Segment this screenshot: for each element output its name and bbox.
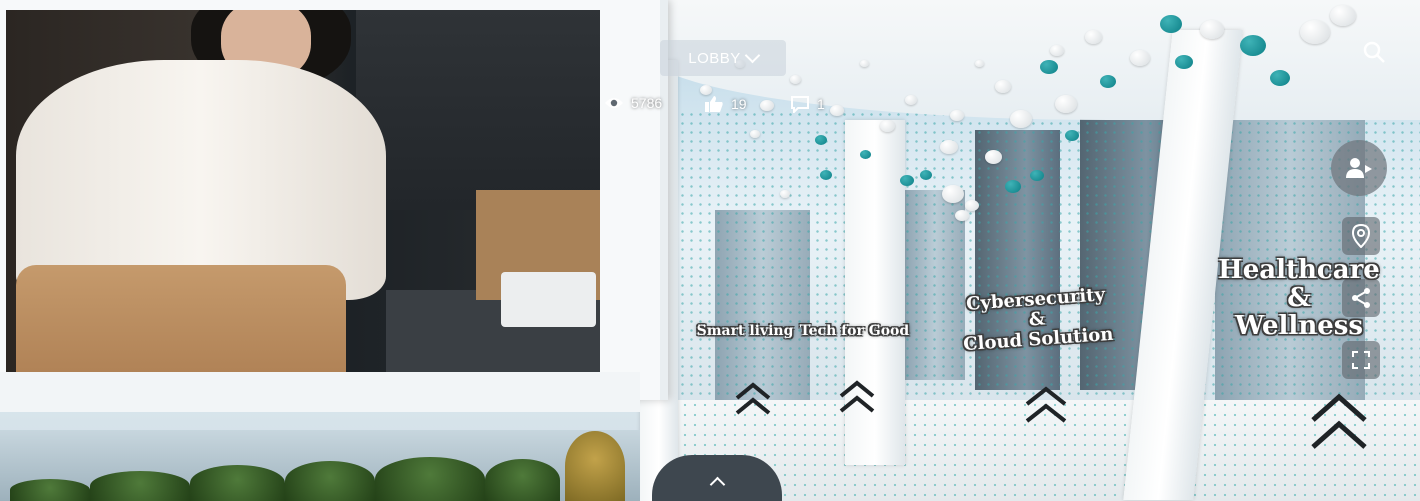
hanging-ball bbox=[900, 175, 914, 186]
chevron-up-icon bbox=[709, 476, 725, 493]
hanging-ball bbox=[1040, 60, 1058, 74]
hanging-ball bbox=[1160, 15, 1182, 33]
presenter-video[interactable] bbox=[6, 10, 600, 372]
bush bbox=[485, 459, 560, 501]
hanging-ball bbox=[995, 80, 1011, 93]
hanging-ball bbox=[860, 60, 869, 67]
navigate-cybersecurity-chevron-icon[interactable] bbox=[1024, 386, 1068, 424]
location-pin-icon bbox=[1352, 224, 1370, 248]
view-count-value: 5786 bbox=[631, 95, 663, 111]
hanging-ball bbox=[1175, 55, 1193, 69]
bottom-drawer-toggle[interactable] bbox=[652, 455, 782, 501]
bush bbox=[375, 457, 485, 501]
hanging-ball bbox=[780, 190, 790, 198]
comment-button[interactable]: 1 bbox=[790, 95, 825, 113]
hanging-ball bbox=[985, 150, 1002, 164]
bush bbox=[10, 479, 90, 501]
bush bbox=[90, 471, 190, 501]
hanging-ball bbox=[940, 140, 958, 154]
zone-label-healthcare[interactable]: Healthcare & Wellness bbox=[1196, 256, 1402, 340]
search-icon bbox=[1363, 41, 1385, 63]
zone-label-line: Smart living bbox=[696, 323, 794, 339]
presenter-blouse bbox=[16, 60, 386, 300]
thumbs-up-icon bbox=[705, 96, 723, 112]
zone-label-line: Healthcare bbox=[1218, 255, 1380, 285]
tree bbox=[565, 431, 625, 501]
navigate-healthcare-chevron-icon[interactable] bbox=[1309, 392, 1369, 452]
hanging-ball bbox=[1005, 180, 1021, 193]
view-count: 5786 bbox=[604, 95, 662, 111]
bush bbox=[190, 465, 285, 501]
eye-icon bbox=[605, 98, 623, 108]
hanging-ball bbox=[1300, 20, 1330, 44]
hanging-ball bbox=[1055, 95, 1077, 113]
map-button[interactable] bbox=[1342, 217, 1380, 255]
presenter-button[interactable] bbox=[1331, 140, 1387, 196]
bush bbox=[285, 461, 375, 501]
comment-count-value: 1 bbox=[817, 96, 825, 112]
hanging-ball bbox=[1050, 45, 1064, 56]
hanging-ball bbox=[790, 75, 801, 84]
fullscreen-icon bbox=[1352, 351, 1370, 369]
hanging-ball bbox=[955, 210, 969, 221]
like-count-value: 19 bbox=[731, 96, 747, 112]
shrub-row bbox=[0, 430, 640, 501]
zone-label-smart-living[interactable]: Smart living bbox=[690, 323, 800, 339]
hanging-ball bbox=[965, 200, 979, 211]
hanging-ball bbox=[760, 100, 774, 111]
hanging-ball bbox=[1100, 75, 1116, 88]
fullscreen-button[interactable] bbox=[1342, 341, 1380, 379]
hanging-ball bbox=[700, 85, 712, 95]
hanging-ball bbox=[1065, 130, 1079, 141]
navigate-smart-living-chevron-icon[interactable] bbox=[734, 382, 772, 416]
hanging-ball bbox=[1240, 35, 1266, 56]
hanging-ball bbox=[815, 135, 827, 145]
person-presenter-icon bbox=[1346, 158, 1372, 178]
zone-label-line: Tech for Good bbox=[799, 323, 910, 339]
hanging-ball bbox=[860, 150, 871, 159]
video-printer bbox=[501, 272, 596, 327]
chevron-down-icon bbox=[744, 47, 761, 64]
navigate-tech-for-good-chevron-icon[interactable] bbox=[838, 380, 876, 414]
video-cabinet bbox=[356, 10, 600, 210]
comment-icon bbox=[791, 96, 809, 113]
zone-label-line: & bbox=[1287, 283, 1311, 313]
hanging-ball bbox=[942, 185, 964, 203]
frame-bottom-ledge bbox=[0, 372, 640, 412]
like-button[interactable]: 19 bbox=[704, 95, 747, 113]
hanging-ball bbox=[1085, 30, 1102, 44]
presenter-trousers bbox=[16, 265, 346, 372]
search-button[interactable] bbox=[1362, 40, 1386, 64]
hanging-ball bbox=[1330, 5, 1356, 26]
hanging-ball bbox=[975, 60, 984, 67]
lobby-label: LOBBY bbox=[688, 49, 741, 67]
hanging-ball bbox=[1030, 170, 1044, 181]
lobby-dropdown[interactable]: LOBBY bbox=[660, 40, 786, 76]
hanging-ball bbox=[905, 95, 917, 105]
hanging-ball bbox=[820, 170, 832, 180]
hanging-ball bbox=[830, 105, 844, 116]
video-display-frame bbox=[0, 0, 668, 412]
hanging-ball bbox=[1130, 50, 1150, 66]
hanging-ball bbox=[1010, 110, 1032, 128]
hanging-ball bbox=[920, 170, 932, 180]
hanging-ball bbox=[950, 110, 964, 121]
hanging-ball bbox=[750, 130, 760, 138]
zone-label-line: Wellness bbox=[1234, 311, 1364, 341]
hanging-ball bbox=[1200, 20, 1224, 39]
hanging-ball bbox=[880, 120, 895, 132]
zone-label-tech-for-good[interactable]: Tech for Good bbox=[797, 323, 912, 339]
hanging-ball bbox=[1270, 70, 1290, 86]
